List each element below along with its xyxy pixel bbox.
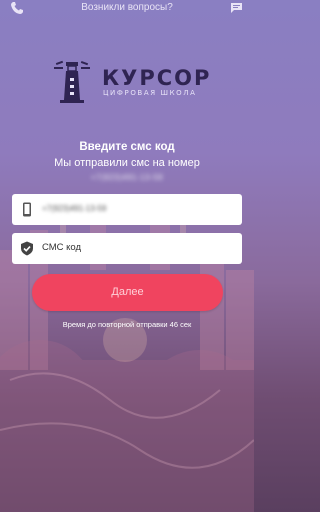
page-title: Введите смс код xyxy=(79,141,175,153)
logo-title: КУРСОР xyxy=(102,66,212,90)
next-button[interactable]: Далее xyxy=(32,274,223,311)
phone-value: +7(923)491-13-59 xyxy=(42,204,107,213)
sms-code-field[interactable]: СМС код xyxy=(12,233,242,264)
page-subtitle: Мы отправили смс на номер xyxy=(54,157,200,169)
phone-field[interactable]: +7(923)491-13-59 xyxy=(12,194,242,225)
logo-subtitle: ЦИФРОВАЯ ШКОЛА xyxy=(103,89,197,97)
shield-check-icon xyxy=(21,241,33,256)
top-bar: Возникли вопросы? xyxy=(0,0,254,18)
help-link[interactable]: Возникли вопросы? xyxy=(0,2,254,13)
smartphone-icon xyxy=(23,202,31,217)
resend-timer: Время до повторной отправки 46 сек xyxy=(62,320,192,329)
sms-code-placeholder: СМС код xyxy=(42,242,82,253)
masked-phone-number: +7(923)491-13-59 xyxy=(90,173,164,182)
chat-icon[interactable] xyxy=(230,2,243,14)
